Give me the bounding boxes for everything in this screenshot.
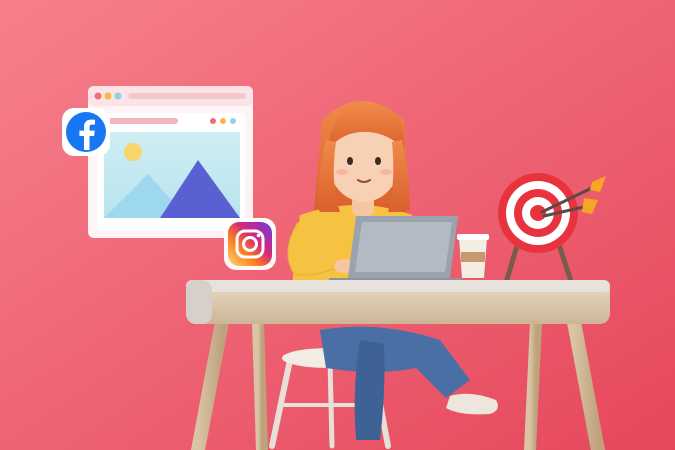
instagram-icon — [224, 218, 276, 270]
scene-svg — [0, 0, 675, 450]
window-dot-red — [94, 92, 102, 100]
window-dot-blue — [114, 92, 122, 100]
image-placeholder-icon — [104, 132, 240, 218]
illustration-scene — [0, 0, 675, 450]
coffee-cup-icon — [457, 234, 489, 278]
facebook-icon — [62, 108, 110, 156]
window-dot-yellow — [104, 92, 112, 100]
browser-window — [88, 86, 253, 238]
